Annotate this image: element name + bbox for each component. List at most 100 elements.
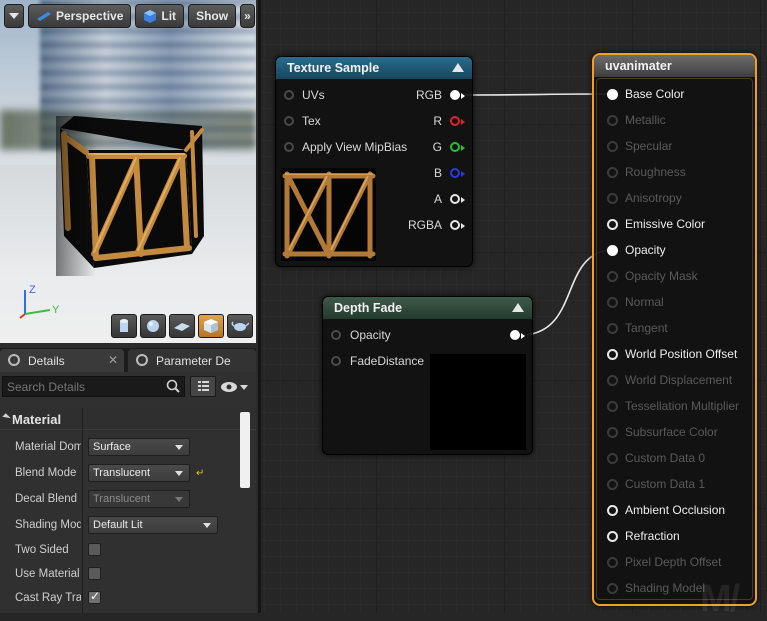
output-pin-r[interactable]	[450, 116, 460, 126]
teapot-icon	[231, 321, 249, 331]
result-pin-row: Tessellation Multiplier	[594, 397, 754, 417]
tab-parameter-defaults[interactable]: Parameter De	[128, 349, 256, 372]
pin-label: Custom Data 0	[625, 451, 706, 465]
result-pin-row: Anisotropy	[594, 189, 754, 209]
pin-label: Base Color	[625, 87, 685, 101]
result-pin-row: Opacity	[594, 241, 754, 261]
axis-z-label: Z	[29, 284, 36, 296]
property-row-two-sided: Two Sided	[0, 539, 238, 563]
cube-shape-button[interactable]	[198, 314, 224, 338]
node-header[interactable]: uvanimater	[594, 55, 755, 77]
search-details-input[interactable]	[2, 376, 185, 397]
result-input-pin	[607, 375, 618, 386]
result-pin-row: Roughness	[594, 163, 754, 183]
result-input-pin	[607, 115, 618, 126]
result-input-pin[interactable]	[607, 245, 618, 256]
pin-label: Ambient Occlusion	[625, 503, 726, 517]
cast-ray-traced-shadows-checkbox[interactable]	[88, 589, 101, 604]
tab-details[interactable]: Details ✕	[0, 349, 124, 372]
input-pin-uvs[interactable]	[284, 90, 294, 100]
input-pin-opacity[interactable]	[331, 330, 341, 340]
panel-divider[interactable]	[258, 0, 261, 613]
texture-sample-node[interactable]: Texture Sample UVs RGB Tex R Apply View …	[275, 56, 473, 267]
result-pin-row: Opacity Mask	[594, 267, 754, 287]
lit-button[interactable]: Lit	[135, 4, 185, 28]
pin-label: B	[433, 166, 442, 180]
output-pin-rgb[interactable]	[450, 90, 460, 100]
pin-label: Refraction	[625, 529, 680, 543]
input-pin-tex[interactable]	[284, 116, 294, 126]
depth-fade-node[interactable]: Depth Fade Opacity FadeDistance	[322, 296, 533, 455]
result-input-pin	[607, 479, 618, 490]
chevron-down-icon	[175, 471, 183, 476]
close-icon[interactable]: ✕	[108, 353, 118, 367]
pin-row-mipbias: Apply View MipBias G	[276, 138, 472, 158]
perspective-label: Perspective	[56, 9, 124, 23]
result-pin-row: World Displacement	[594, 371, 754, 391]
node-preview	[430, 354, 526, 450]
pin-label: Tex	[302, 114, 321, 128]
lit-label: Lit	[161, 9, 177, 23]
tab-params-label: Parameter De	[156, 354, 231, 368]
node-header[interactable]: Depth Fade	[323, 297, 532, 319]
view-options-button[interactable]	[190, 376, 216, 397]
result-input-pin[interactable]	[607, 219, 618, 230]
result-input-pin	[607, 583, 618, 594]
result-input-pin	[607, 193, 618, 204]
show-label: Show	[196, 9, 229, 23]
input-pin-apply-view-mipbias[interactable]	[284, 142, 294, 152]
collapse-arrow-icon[interactable]	[452, 63, 464, 72]
result-input-pin[interactable]	[607, 531, 618, 542]
blend-mode-dropdown[interactable]: Translucent	[88, 464, 190, 482]
toolbar-overflow-button[interactable]: »	[240, 4, 255, 28]
preview-viewport[interactable]: Perspective Lit Show » Z Y	[0, 0, 256, 343]
sphere-shape-button[interactable]	[140, 314, 166, 338]
input-pin-fade-distance[interactable]	[331, 356, 341, 366]
output-pin-a[interactable]	[450, 194, 460, 204]
result-pin-row: Subsurface Color	[594, 423, 754, 443]
reset-arrow-icon[interactable]: ↵	[196, 468, 204, 479]
result-input-pin	[607, 427, 618, 438]
pin-label: Anisotropy	[625, 191, 682, 205]
result-input-pin[interactable]	[607, 505, 618, 516]
pin-label: Opacity Mask	[625, 269, 698, 283]
pin-arrow-icon	[461, 119, 465, 125]
property-row-shading-model: Shading Mod Default Lit	[0, 514, 238, 538]
output-pin-b[interactable]	[450, 168, 460, 178]
output-pin-g[interactable]	[450, 142, 460, 152]
result-input-pin[interactable]	[607, 349, 618, 360]
collapse-arrow-icon[interactable]	[512, 303, 524, 312]
pin-label: Roughness	[625, 165, 686, 179]
viewport-menu-button[interactable]	[4, 4, 24, 28]
material-domain-dropdown[interactable]: Surface	[88, 438, 190, 456]
use-material-attributes-checkbox[interactable]	[88, 567, 101, 580]
result-pin-row: Normal	[594, 293, 754, 313]
search-row	[0, 375, 256, 399]
watermark: M/	[700, 578, 740, 620]
eye-icon[interactable]	[220, 380, 250, 394]
teapot-shape-button[interactable]	[227, 314, 253, 338]
two-sided-checkbox[interactable]	[88, 543, 101, 556]
plane-shape-button[interactable]	[169, 314, 195, 338]
property-row-cast-ray-traced-shadows: Cast Ray Tra	[0, 587, 238, 611]
pin-arrow-icon	[461, 223, 465, 229]
result-input-pin	[607, 167, 618, 178]
output-pin-depth-fade[interactable]	[510, 330, 520, 340]
material-category-header[interactable]: Material	[0, 408, 256, 430]
perspective-button[interactable]: Perspective	[28, 4, 132, 28]
pin-arrow-icon	[461, 171, 465, 177]
output-pin-rgba[interactable]	[450, 220, 460, 230]
preview-shape-buttons	[111, 314, 253, 338]
shading-model-dropdown[interactable]: Default Lit	[88, 516, 218, 534]
property-row-decal-blend-mode: Decal Blend M Translucent	[0, 488, 238, 512]
show-button[interactable]: Show	[188, 4, 237, 28]
node-header[interactable]: Texture Sample	[276, 57, 472, 79]
result-input-pin[interactable]	[607, 89, 618, 100]
material-result-node[interactable]: uvanimater Base Color Metallic Specular Rou…	[592, 53, 757, 606]
grid-list-icon	[198, 381, 209, 391]
property-label: Use Material	[15, 568, 80, 580]
cylinder-shape-button[interactable]	[111, 314, 137, 338]
details-scrollbar[interactable]	[240, 412, 250, 488]
pin-label: Normal	[625, 295, 664, 309]
property-label: Cast Ray Tra	[15, 592, 81, 604]
